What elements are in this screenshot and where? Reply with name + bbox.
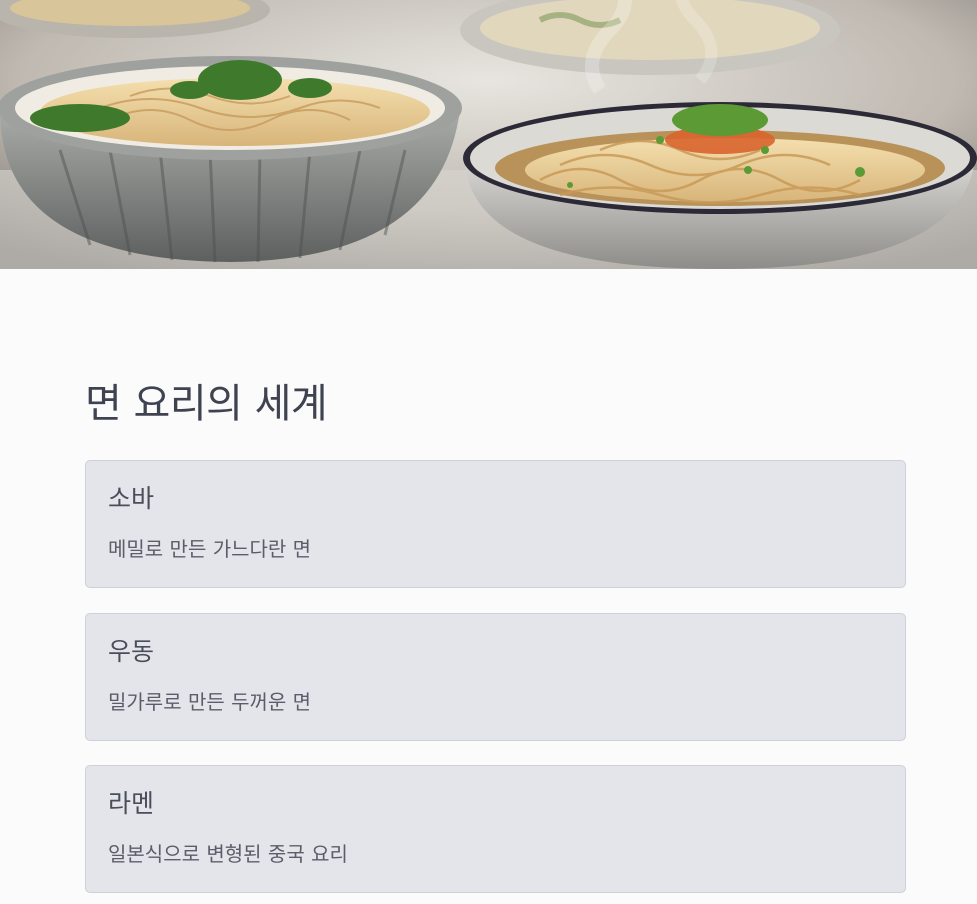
noodle-description: 밀가루로 만든 두꺼운 면	[108, 690, 312, 714]
page-title: 면 요리의 세계	[85, 381, 328, 427]
noodle-card-soba: 소바 메밀로 만든 가느다란 면	[85, 460, 906, 588]
noodle-description: 메밀로 만든 가느다란 면	[108, 537, 312, 561]
noodle-description: 일본식으로 변형된 중국 요리	[108, 842, 348, 866]
noodle-name: 우동	[108, 637, 155, 666]
noodle-card-ramen: 라멘 일본식으로 변형된 중국 요리	[85, 765, 906, 893]
noodle-card-udon: 우동 밀가루로 만든 두꺼운 면	[85, 613, 906, 741]
noodle-name: 라멘	[108, 789, 155, 818]
noodle-name: 소바	[108, 484, 155, 513]
hero-image	[0, 0, 977, 269]
noodle-bowls-illustration	[0, 0, 977, 269]
